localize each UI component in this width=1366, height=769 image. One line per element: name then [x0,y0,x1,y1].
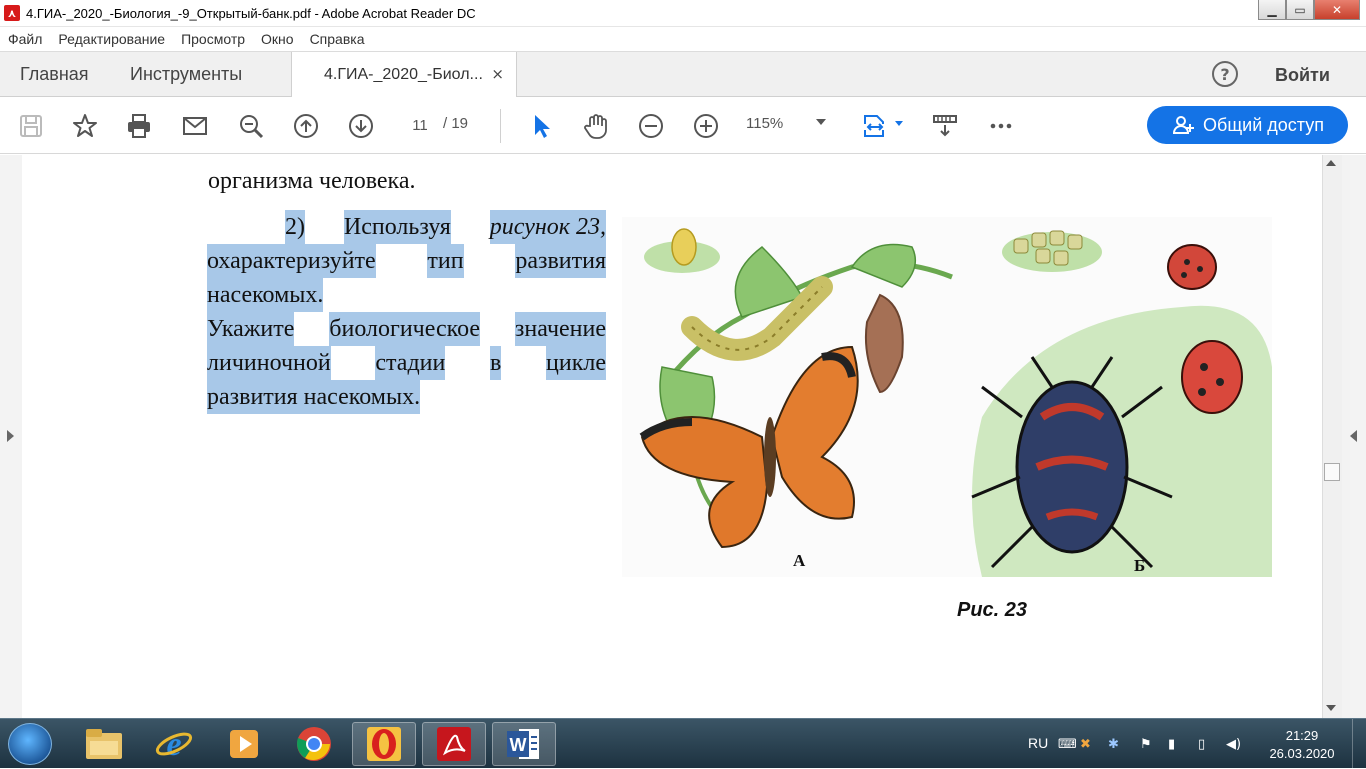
hand-tool-icon[interactable] [581,111,611,141]
paragraph-line-2: охарактеризуйте тип развития [207,244,606,278]
scroll-up-icon[interactable] [1326,160,1336,166]
menu-help[interactable]: Справка [310,31,365,47]
tab-bar: Главная Инструменты 4.ГИА-_2020_-Биол...… [0,52,1366,98]
menu-bar: Файл Редактирование Просмотр Окно Справк… [0,27,1366,52]
document-viewport[interactable]: организма человека. 2) Используя рисунок… [0,155,1366,718]
login-button[interactable]: Войти [1275,65,1330,86]
scroll-thumb[interactable] [1324,463,1340,481]
paragraph-line-1: 2) Используя рисунок 23, [207,210,606,244]
taskbar-word-icon[interactable]: W [492,722,556,766]
minimize-button[interactable]: ▁ [1258,0,1286,20]
language-indicator[interactable]: RU [1028,735,1048,751]
toolbar-divider [500,109,501,143]
show-desktop-button[interactable] [1352,719,1366,769]
page-number-input[interactable]: 11 [400,111,440,139]
paragraph-line-3: насекомых. [207,278,606,312]
network-icon[interactable]: ▮ [1168,737,1184,753]
expand-left-panel-icon[interactable] [7,430,14,442]
taskbar: e W RU ⌨ ✖ ✱ ⚑ ▮ ▯ ◀) 21:29 26.03.2020 [0,718,1366,769]
scroll-mode-icon[interactable] [930,111,960,141]
taskbar-media-player-icon[interactable] [212,722,276,766]
fit-page-icon[interactable] [860,111,890,141]
tab-document[interactable]: 4.ГИА-_2020_-Биол... × [291,52,517,98]
figure-caption: Рис. 23 [957,599,1028,621]
taskbar-opera-icon[interactable] [352,722,416,766]
tab-document-label: 4.ГИА-_2020_-Биол... [324,66,483,83]
question-paragraph: 2) Используя рисунок 23, охарактеризуйте… [207,210,606,414]
paragraph-line-4: Укажите биологическое значение [207,312,606,346]
page-count: / 19 [443,115,469,132]
zoom-in-icon[interactable] [691,111,721,141]
share-button[interactable]: Общий доступ [1147,106,1348,144]
select-cursor-icon[interactable] [526,111,556,141]
menu-view[interactable]: Просмотр [181,31,245,47]
start-button[interactable] [8,723,52,765]
maximize-button[interactable]: ▭ [1286,0,1314,20]
close-button[interactable]: ✕ [1314,0,1360,20]
share-button-label: Общий доступ [1203,114,1324,135]
taskbar-explorer-icon[interactable] [72,722,136,766]
more-options-icon[interactable] [986,111,1016,141]
scroll-down-icon[interactable] [1326,705,1336,711]
zoom-level-select[interactable]: 115% [746,115,783,132]
window-controls: ▁ ▭ ✕ [1258,0,1360,20]
taskbar-acrobat-icon[interactable] [422,722,486,766]
figure-label-b: Б [1134,556,1146,575]
print-icon[interactable] [124,111,154,141]
acrobat-app-icon: ⋏ [4,5,20,21]
tab-tools[interactable]: Инструменты [130,64,242,85]
taskbar-chrome-icon[interactable] [282,722,346,766]
svg-text:W: W [510,735,527,755]
svg-text:e: e [166,726,181,763]
clock-date: 26.03.2020 [1269,746,1335,761]
tray-app-icon[interactable]: ✖ [1080,737,1096,753]
flag-icon[interactable]: ⚑ [1140,737,1156,753]
title-bar: ⋏ 4.ГИА-_2020_-Биология_-9_Открытый-банк… [0,0,1366,27]
save-icon[interactable] [16,111,46,141]
next-page-icon[interactable] [346,111,376,141]
volume-icon[interactable]: ◀) [1226,737,1242,753]
pdf-page[interactable]: организма человека. 2) Используя рисунок… [22,155,1322,718]
previous-page-icon[interactable] [291,111,321,141]
insect-development-figure [622,217,1272,577]
add-user-icon [1173,116,1195,134]
paragraph-line-5: личиночной стадии в цикле [207,346,606,380]
tab-close-icon[interactable]: × [491,65,504,83]
document-text-line: организма человека. [208,168,416,194]
fit-dropdown-icon[interactable] [895,121,903,126]
search-zoom-icon[interactable] [236,111,266,141]
menu-window[interactable]: Окно [261,31,294,47]
paragraph-line-6: развития насекомых. [207,380,606,414]
menu-edit[interactable]: Редактирование [58,31,165,47]
window-title: 4.ГИА-_2020_-Биология_-9_Открытый-банк.p… [26,5,476,21]
keyboard-icon[interactable]: ⌨ [1058,737,1077,753]
tab-home[interactable]: Главная [20,64,89,85]
figure-label-a: А [793,551,806,570]
toolbar: 11 / 19 115% Общий доступ [0,97,1366,154]
taskbar-ie-icon[interactable]: e [142,722,206,766]
help-icon[interactable]: ? [1212,61,1238,87]
expand-right-panel-icon[interactable] [1350,430,1357,442]
battery-icon[interactable]: ▯ [1198,737,1214,753]
zoom-out-icon[interactable] [636,111,666,141]
bluetooth-icon[interactable]: ✱ [1108,737,1124,753]
system-clock[interactable]: 21:29 26.03.2020 [1262,727,1342,763]
menu-file[interactable]: Файл [8,31,42,47]
bookmark-star-icon[interactable] [70,111,100,141]
email-icon[interactable] [180,111,210,141]
vertical-scrollbar[interactable] [1322,155,1342,718]
clock-time: 21:29 [1285,728,1319,743]
chevron-down-icon[interactable] [816,119,826,125]
